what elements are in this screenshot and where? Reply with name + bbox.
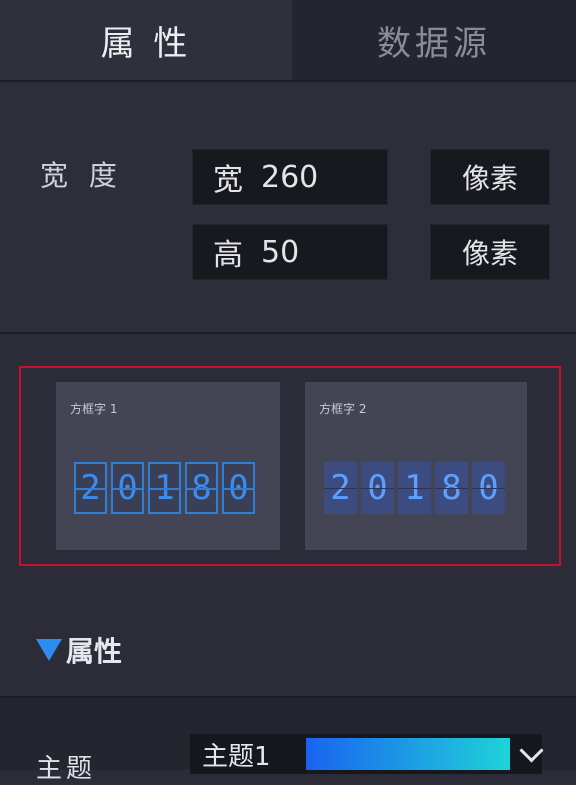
theme-value: 主题1 — [202, 741, 271, 772]
theme-select[interactable]: 主题1 — [190, 734, 544, 774]
style-card-title: 方框字 2 — [319, 402, 367, 416]
height-value[interactable]: 50 — [261, 235, 299, 270]
theme-gradient-swatch — [306, 738, 510, 770]
style-card-2[interactable]: 方框字 2 2 0 1 8 0 — [305, 382, 527, 550]
width-prefix: 宽 — [213, 163, 243, 198]
size-section: 宽 度 宽 260 像素 高 50 像素 — [0, 82, 576, 334]
digit-box: 2 — [74, 462, 107, 514]
digit-box: 8 — [185, 462, 218, 514]
style-selection-box: 方框字 1 2 0 1 8 0 方框字 2 2 0 1 8 0 — [19, 366, 561, 566]
digit-box: 0 — [472, 462, 505, 514]
digit-box: 1 — [398, 462, 431, 514]
digit-box: 0 — [222, 462, 255, 514]
tab-datasource[interactable]: 数据源 — [292, 0, 576, 80]
width-value[interactable]: 260 — [261, 160, 318, 195]
theme-label: 主题 — [36, 754, 97, 784]
height-prefix: 高 — [213, 238, 243, 273]
digit-box: 8 — [435, 462, 468, 514]
digit-box: 2 — [324, 462, 357, 514]
caret-down-icon — [36, 639, 62, 661]
tab-properties[interactable]: 属 性 — [0, 0, 292, 80]
width-field[interactable]: 宽 260 — [192, 149, 388, 205]
style-card-1[interactable]: 方框字 1 2 0 1 8 0 — [56, 382, 280, 550]
properties-section-toggle[interactable]: 属性 — [36, 630, 122, 670]
digit-preview: 2 0 1 8 0 — [324, 462, 509, 514]
digit-box: 0 — [361, 462, 394, 514]
height-unit-select[interactable]: 像素 — [430, 224, 550, 280]
theme-row: 主题 主题1 — [0, 696, 576, 784]
chevron-down-icon[interactable] — [519, 738, 544, 763]
width-unit-select[interactable]: 像素 — [430, 149, 550, 205]
section-title: 属性 — [66, 635, 123, 668]
size-label: 宽 度 — [40, 159, 123, 192]
style-card-title: 方框字 1 — [70, 402, 118, 416]
tab-bar: 属 性 数据源 — [0, 0, 576, 82]
height-field[interactable]: 高 50 — [192, 224, 388, 280]
digit-preview: 2 0 1 8 0 — [74, 462, 259, 514]
digit-box: 1 — [148, 462, 181, 514]
digit-box: 0 — [111, 462, 144, 514]
